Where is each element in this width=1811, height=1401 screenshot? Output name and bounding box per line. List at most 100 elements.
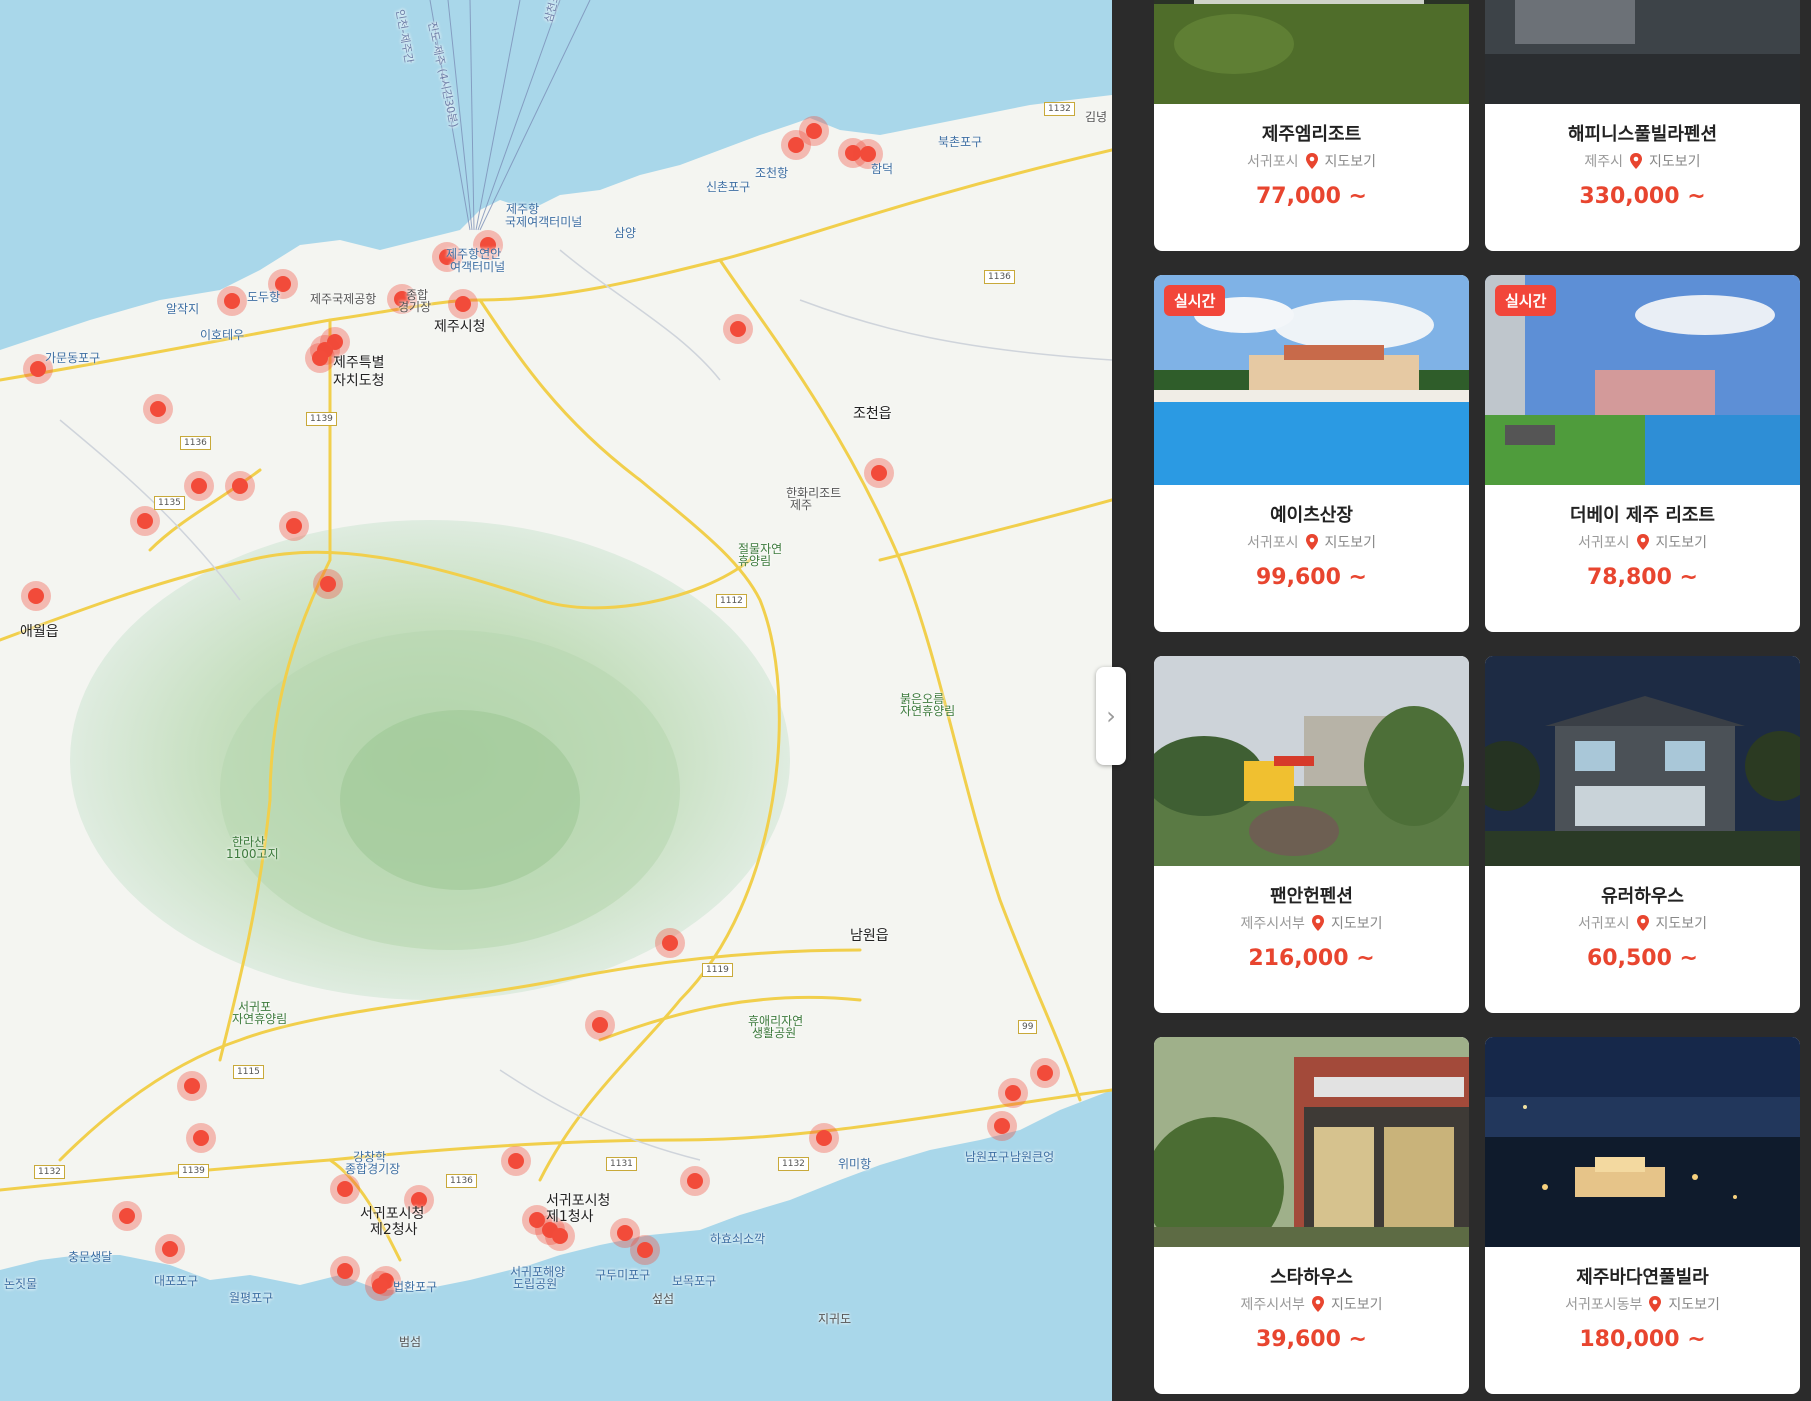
- map-label: 알작지: [166, 302, 200, 316]
- listing-card[interactable]: 스타하우스 제주시서부 지도보기 39,600 ~: [1154, 1037, 1469, 1394]
- accommodation-marker[interactable]: [655, 928, 685, 958]
- view-map-link[interactable]: 지도보기: [1331, 1294, 1383, 1314]
- accommodation-marker[interactable]: [1030, 1058, 1060, 1088]
- map-label: 구두미포구: [595, 1268, 651, 1282]
- listing-photo[interactable]: [1154, 656, 1469, 866]
- listing-name[interactable]: 해피니스풀빌라펜션: [1485, 120, 1800, 146]
- accommodation-marker[interactable]: [305, 343, 335, 373]
- road-number-sign: 1132: [778, 1157, 809, 1171]
- view-map-link[interactable]: 지도보기: [1325, 151, 1377, 171]
- listing-card[interactable]: 유러하우스 서귀포시 지도보기 60,500 ~: [1485, 656, 1800, 1013]
- map-pin-icon: [1636, 534, 1649, 550]
- accommodation-marker[interactable]: [313, 569, 343, 599]
- listing-photo[interactable]: [1154, 0, 1469, 104]
- map-view[interactable]: 인천-제주간진도-제주 (4시간30분)삼천포신항-제주항김녕북촌포구함덕조천항…: [0, 0, 1112, 1401]
- accommodation-marker[interactable]: [809, 1123, 839, 1153]
- map-pin-icon: [1636, 915, 1649, 931]
- listing-card[interactable]: 실시간 예이츠산장 서귀포시 지도보기 99,600 ~: [1154, 275, 1469, 632]
- road-number-sign: 1131: [606, 1157, 637, 1171]
- map-label: 섶섬: [652, 1292, 675, 1306]
- accommodation-marker[interactable]: [448, 289, 478, 319]
- road-number-sign: 1132: [1044, 102, 1075, 116]
- listing-price: 39,600 ~: [1256, 1327, 1367, 1352]
- listing-price: 216,000 ~: [1248, 946, 1375, 971]
- accommodation-marker[interactable]: [112, 1201, 142, 1231]
- region-label: 서귀포시: [1577, 916, 1630, 932]
- accommodation-marker[interactable]: [155, 1234, 185, 1264]
- listing-name[interactable]: 제주바다연풀빌라: [1485, 1263, 1800, 1289]
- road-number-sign: 1139: [178, 1164, 209, 1178]
- accommodation-marker[interactable]: [130, 506, 160, 536]
- listing-card[interactable]: 제주바다연풀빌라 서귀포시동부 지도보기 180,000 ~: [1485, 1037, 1800, 1394]
- view-map-link[interactable]: 지도보기: [1668, 1294, 1720, 1314]
- map-label: 애월읍: [20, 624, 59, 640]
- map-label: 휴양림: [738, 554, 772, 568]
- map-label: 제주국제공항: [310, 292, 377, 306]
- listing-price: 99,600 ~: [1256, 565, 1367, 590]
- panel-toggle-button[interactable]: ›: [1096, 667, 1126, 765]
- view-map-link[interactable]: 지도보기: [1656, 532, 1708, 552]
- listing-location: 제주시 지도보기: [1485, 151, 1800, 171]
- map-pin-icon: [1630, 153, 1643, 169]
- view-map-link[interactable]: 지도보기: [1649, 151, 1701, 171]
- map-label: 남원읍: [850, 928, 889, 944]
- view-map-link[interactable]: 지도보기: [1325, 532, 1377, 552]
- accommodation-marker[interactable]: [365, 1271, 395, 1301]
- listing-photo[interactable]: 해피니스: [1485, 0, 1800, 104]
- map-label: 이호테우: [200, 328, 245, 342]
- map-label: 제주특별: [333, 355, 385, 371]
- listing-name[interactable]: 유러하우스: [1485, 882, 1800, 908]
- listing-card[interactable]: 팬안헌펜션제주시서부 지도보기 216,000 ~: [1154, 656, 1469, 1013]
- accommodation-marker[interactable]: [723, 314, 753, 344]
- map-label: 함덕: [871, 162, 894, 176]
- map-label: 경기장: [398, 300, 432, 314]
- accommodation-marker[interactable]: [864, 458, 894, 488]
- map-label: 신촌포구: [706, 180, 751, 194]
- view-map-link[interactable]: 지도보기: [1656, 913, 1708, 933]
- listing-card[interactable]: 제주엠리조트 서귀포시 지도보기 77,000 ~: [1154, 0, 1469, 251]
- map-label: 삼양: [614, 226, 637, 240]
- map-label: 월평포구: [229, 1291, 274, 1305]
- view-map-link[interactable]: 지도보기: [1331, 913, 1383, 933]
- accommodation-marker[interactable]: [987, 1111, 1017, 1141]
- listing-name[interactable]: 스타하우스: [1154, 1263, 1469, 1289]
- listing-photo[interactable]: [1485, 656, 1800, 866]
- listing-card[interactable]: 해피니스해피니스풀빌라펜션제주시 지도보기 330,000 ~: [1485, 0, 1800, 251]
- accommodation-marker[interactable]: [186, 1123, 216, 1153]
- accommodation-marker[interactable]: [330, 1174, 360, 1204]
- road-number-sign: 1132: [34, 1165, 65, 1179]
- accommodation-marker[interactable]: [330, 1256, 360, 1286]
- accommodation-marker[interactable]: [143, 394, 173, 424]
- accommodation-marker[interactable]: [225, 471, 255, 501]
- accommodation-marker[interactable]: [998, 1078, 1028, 1108]
- listing-panel[interactable]: 제주엠리조트서귀포시지도보기77,000 ~해피니스해피니스풀빌라펜션제주시지도…: [1112, 0, 1811, 1401]
- map-pin-icon: [1305, 534, 1318, 550]
- map-label: 도두항: [247, 290, 281, 304]
- map-label: 위미항: [838, 1157, 872, 1171]
- map-label: 남원포구: [965, 1150, 1010, 1164]
- listing-location: 제주시서부 지도보기: [1154, 913, 1469, 933]
- accommodation-marker[interactable]: [21, 581, 51, 611]
- realtime-badge: 실시간: [1164, 285, 1226, 316]
- map-label: 제주: [790, 498, 813, 512]
- listing-card[interactable]: 실시간 더베이 제주 리조트 서귀포시 지도보기 78,800 ~: [1485, 275, 1800, 632]
- accommodation-marker[interactable]: [630, 1235, 660, 1265]
- listing-name[interactable]: 팬안헌펜션: [1154, 882, 1469, 908]
- map-label: 자치도청: [333, 373, 385, 389]
- listing-photo[interactable]: [1485, 1037, 1800, 1247]
- accommodation-marker[interactable]: [585, 1010, 615, 1040]
- accommodation-marker[interactable]: [217, 286, 247, 316]
- listing-name[interactable]: 더베이 제주 리조트: [1485, 501, 1800, 527]
- listing-name[interactable]: 예이츠산장: [1154, 501, 1469, 527]
- accommodation-marker[interactable]: [680, 1166, 710, 1196]
- map-pin-icon: [1305, 153, 1318, 169]
- map-label: 국제여객터미널: [505, 215, 583, 229]
- listing-name[interactable]: 제주엠리조트: [1154, 120, 1469, 146]
- accommodation-marker[interactable]: [177, 1071, 207, 1101]
- accommodation-marker[interactable]: [781, 130, 811, 160]
- realtime-badge: 실시간: [1495, 285, 1557, 316]
- accommodation-marker[interactable]: [501, 1146, 531, 1176]
- listing-photo[interactable]: [1154, 1037, 1469, 1247]
- accommodation-marker[interactable]: [279, 511, 309, 541]
- accommodation-marker[interactable]: [184, 471, 214, 501]
